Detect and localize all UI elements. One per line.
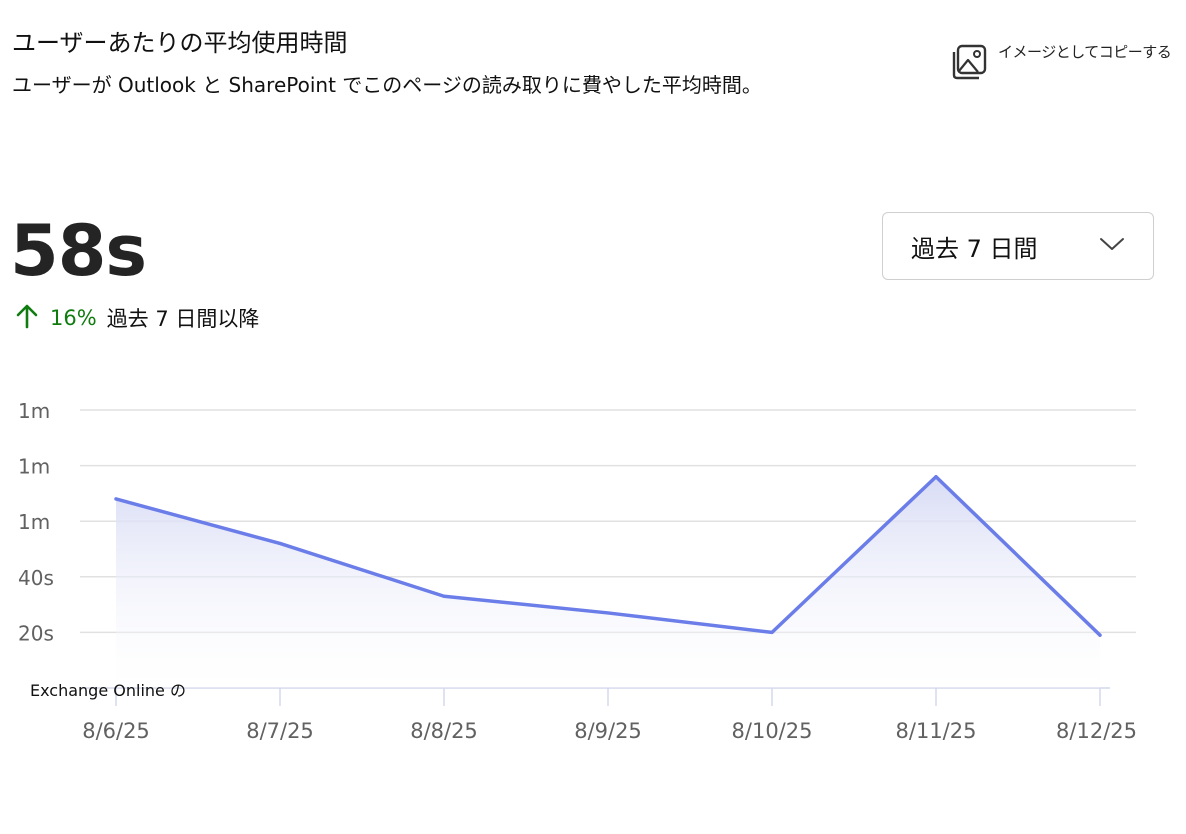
period-dropdown-value: 過去 7 日間 [911, 234, 1038, 263]
copy-as-image-label: イメージとしてコピーする [998, 43, 1172, 61]
trend-percent: 16% [50, 306, 97, 330]
x-tick-label: 8/7/25 [246, 719, 314, 743]
x-tick-label: 8/8/25 [410, 719, 478, 743]
y-tick-label: 1m [18, 455, 50, 479]
y-tick-label: 1m [18, 399, 50, 423]
series-area-fill [116, 476, 1100, 688]
page-title: ユーザーあたりの平均使用時間 [12, 29, 348, 57]
period-dropdown[interactable]: 過去 7 日間 [882, 212, 1154, 280]
data-point [934, 475, 938, 479]
trend-period: 過去 7 日間以降 [106, 307, 260, 331]
y-tick-label: 1m [18, 510, 50, 534]
copy-as-image-button[interactable]: イメージとしてコピーする [950, 40, 1172, 82]
x-tick-label: 8/10/25 [732, 719, 813, 743]
data-point [278, 541, 282, 546]
trend-indicator: 16% 過去 7 日間以降 [14, 303, 259, 333]
arrow-up-icon [14, 303, 50, 334]
image-icon [950, 40, 988, 80]
data-point [114, 497, 118, 501]
y-tick-label: 20s [18, 621, 54, 645]
chevron-down-icon [1099, 236, 1125, 256]
legend-label: Exchange Online の [30, 681, 186, 700]
data-point [442, 594, 446, 598]
y-tick-label: 40s [18, 566, 54, 590]
page-subtitle: ユーザーが Outlook と SharePoint でこのページの読み取りに費… [12, 73, 762, 97]
x-tick-label: 8/9/25 [574, 719, 642, 743]
data-point [606, 611, 610, 615]
x-tick-label: 8/12/25 [1056, 719, 1137, 743]
x-tick-label: 8/11/25 [896, 719, 977, 743]
usage-area-chart: 20s 40s 1m 1m 1m 8/6/25 8/7/25 8/8/25 8/9/25 8/1… [18, 399, 1137, 743]
data-point [1098, 633, 1102, 637]
data-point [770, 630, 774, 634]
metric-value: 58s [10, 210, 147, 292]
x-tick-label: 8/6/25 [82, 719, 150, 743]
